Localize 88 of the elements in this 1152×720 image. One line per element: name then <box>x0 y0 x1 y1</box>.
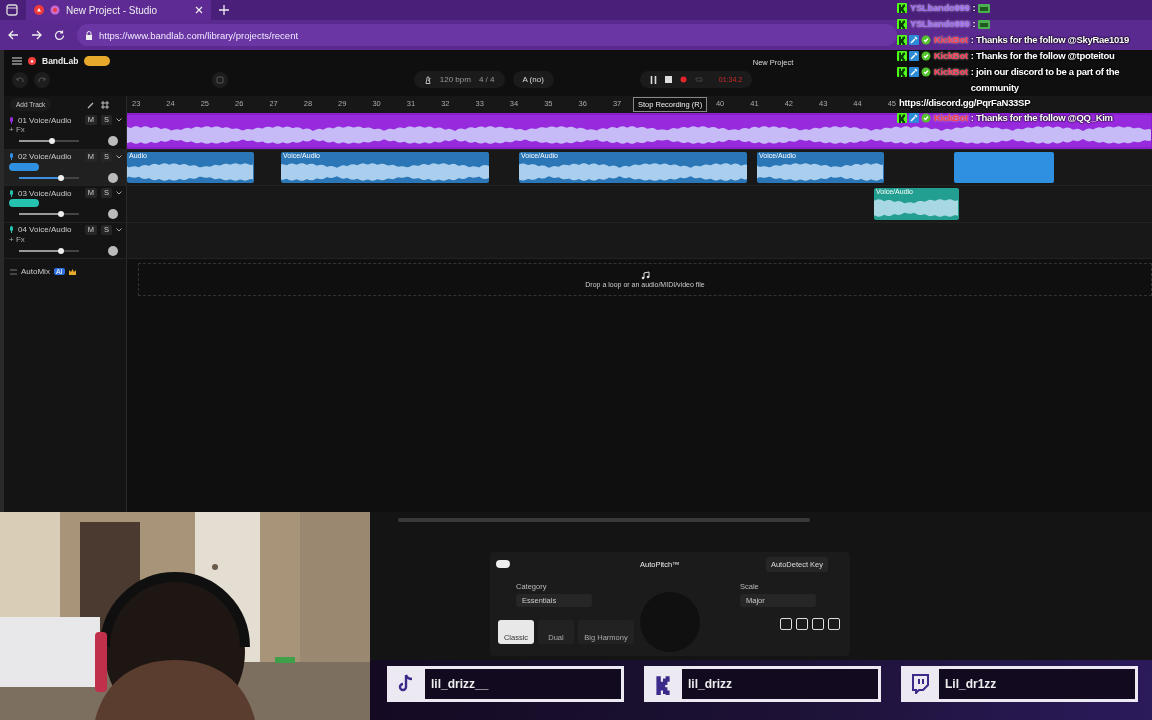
emote-icon <box>978 20 991 29</box>
volume-slider[interactable] <box>19 176 79 179</box>
track-name: 01 Voice/Audio <box>18 115 73 125</box>
check-badge-icon <box>921 51 931 61</box>
kick-badge-icon <box>897 113 907 123</box>
record-button[interactable] <box>679 76 687 83</box>
wrench-badge-icon <box>909 113 919 123</box>
lock-icon <box>85 30 93 40</box>
key-button[interactable] <box>780 618 792 630</box>
twitch-logo-icon <box>910 674 930 694</box>
horizontal-scrollbar[interactable] <box>398 518 810 522</box>
metronome-icon[interactable] <box>423 75 432 84</box>
address-bar[interactable]: https://www.bandlab.com/library/projects/recent <box>77 24 897 46</box>
pan-knob[interactable] <box>108 209 118 219</box>
bandlab-logo-icon <box>28 57 36 65</box>
pan-knob[interactable] <box>108 172 118 183</box>
chat-username: YSLbando999 <box>910 17 970 31</box>
social-handle: lil_drizz__ <box>425 669 621 699</box>
emote-icon <box>978 4 991 13</box>
stop-button[interactable] <box>664 76 672 83</box>
volume-slider[interactable] <box>19 249 79 252</box>
membership-badge[interactable] <box>84 56 111 66</box>
sliders-icon <box>10 268 17 275</box>
social-handle: Lil_dr1zz <box>939 669 1135 699</box>
track-tag <box>9 199 39 207</box>
crown-icon <box>68 268 76 275</box>
check-badge-icon <box>921 113 931 123</box>
tempo-control[interactable]: 120 bpm 4 / 4 <box>413 71 505 88</box>
automix-label: AutoMix <box>21 267 50 276</box>
fx-label[interactable]: + Fx <box>9 125 122 135</box>
check-badge-icon <box>921 67 931 77</box>
pause-button[interactable] <box>649 75 657 84</box>
track-name: 03 Voice/Audio <box>18 188 73 198</box>
key-button[interactable]: A (no) <box>512 71 554 88</box>
pan-knob[interactable] <box>108 136 118 146</box>
key-button[interactable] <box>796 618 808 630</box>
fx-label[interactable]: + Fx <box>9 234 122 245</box>
chat-username: KickBot <box>934 49 968 63</box>
record-icon <box>50 5 60 15</box>
chat-message: : join our discord to be a part of the community <box>970 65 1121 95</box>
key-button[interactable] <box>828 618 840 630</box>
pan-knob[interactable] <box>108 245 118 256</box>
wrench-badge-icon <box>909 67 919 77</box>
check-badge-icon <box>921 35 931 45</box>
chevron-down-icon[interactable] <box>116 118 122 122</box>
browser-tab[interactable]: New Project - Studio <box>26 0 211 20</box>
close-icon[interactable] <box>195 6 203 14</box>
track-name: 04 Voice/Audio <box>18 225 73 234</box>
wrench-badge-icon <box>909 51 919 61</box>
kick-badge-icon <box>897 19 907 29</box>
kick-badge-icon <box>897 51 907 61</box>
track-tag <box>9 162 39 171</box>
chevron-down-icon[interactable] <box>116 191 122 195</box>
chat-message: : Thanks for the follow @SkyRae1019 <box>970 33 1129 47</box>
back-icon[interactable] <box>8 30 19 40</box>
wand-icon[interactable] <box>87 100 96 109</box>
chat-message: : <box>972 17 976 31</box>
social-handle: lil_drizz <box>682 669 878 699</box>
chat-username: KickBot <box>934 65 968 79</box>
bandlab-logo-icon <box>34 5 44 15</box>
power-toggle[interactable] <box>496 560 510 568</box>
track-name: 02 Voice/Audio <box>18 152 73 161</box>
grid-icon[interactable] <box>101 100 110 109</box>
chevron-down-icon[interactable] <box>116 154 122 159</box>
reload-icon[interactable] <box>54 29 65 41</box>
chat-message: : <box>972 1 976 15</box>
key-button[interactable] <box>812 618 824 630</box>
time-signature: 4 / 4 <box>478 75 495 84</box>
tab-list-icon[interactable] <box>6 4 18 16</box>
kick-badge-icon <box>897 35 907 45</box>
music-note-icon <box>398 674 414 694</box>
chevron-down-icon[interactable] <box>116 227 122 232</box>
menu-icon[interactable] <box>12 57 22 65</box>
chat-message: : Thanks for the follow @tpoteitou <box>970 49 1115 63</box>
tab-title: New Project - Studio <box>66 4 159 16</box>
chat-username: KickBot <box>934 111 968 125</box>
music-note-icon <box>640 271 650 280</box>
brand-name: BandLab <box>42 56 79 66</box>
chat-username: KickBot <box>934 33 968 47</box>
chat-username: YSLbando999 <box>910 1 970 15</box>
new-tab-icon[interactable] <box>219 5 229 15</box>
chat-link[interactable]: https://discord.gg/PqrFaN33SP <box>897 96 1152 110</box>
tempo-value: 120 bpm <box>439 75 471 84</box>
forward-icon[interactable] <box>31 30 42 40</box>
kick-badge-icon <box>897 67 907 77</box>
chat-message: : Thanks for the follow @QQ_Kim <box>970 111 1113 125</box>
kick-badge-icon <box>897 3 907 13</box>
wrench-badge-icon <box>909 35 919 45</box>
